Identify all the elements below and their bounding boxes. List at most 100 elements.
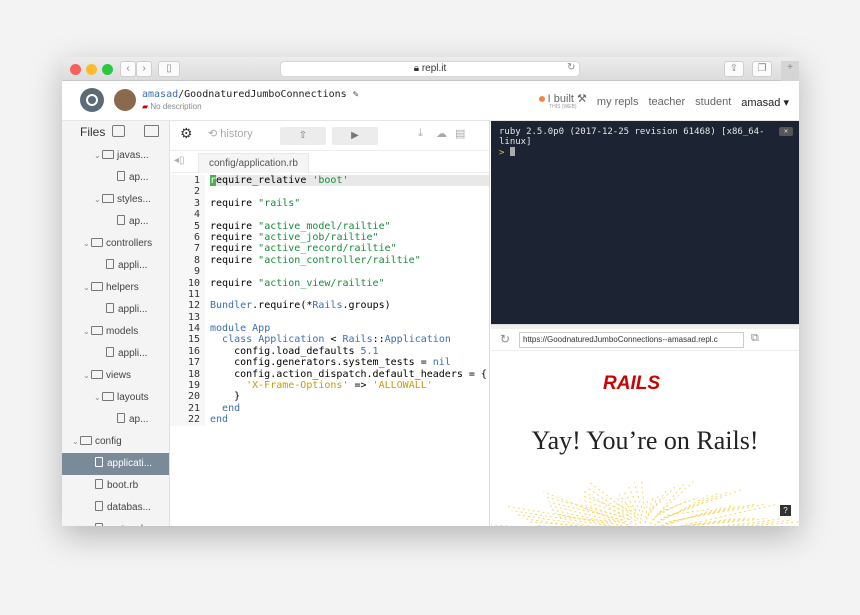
code-line[interactable]: } [210,391,489,402]
code-line[interactable]: 'X-Frame-Options' => 'ALLOWALL' [210,380,489,391]
clear-console-icon[interactable]: ✕ [779,127,793,136]
tree-folder[interactable]: ⌄ views [62,365,169,387]
tree-folder[interactable]: ⌄ config [62,431,169,453]
nav-my-repls[interactable]: my repls [597,96,639,108]
code-line[interactable]: require "active_model/railtie" [210,221,489,232]
tree-file[interactable]: appli... [62,255,169,277]
nav-student[interactable]: student [695,96,731,108]
chevron-down-icon[interactable]: ⌄ [94,145,102,167]
code-line[interactable]: require "action_view/railtie" [210,278,489,289]
code-line[interactable]: module App [210,323,489,334]
code-line[interactable] [210,312,489,323]
code-line[interactable] [210,289,489,300]
code-line[interactable]: require "rails" [210,198,489,209]
open-new-tab-icon[interactable]: ⧉ [751,332,759,345]
tree-file[interactable]: applicati... [62,453,169,475]
minimize-window-button[interactable] [86,64,97,75]
line-number: 10 [187,277,200,289]
tree-folder[interactable]: ⌄ layouts [62,387,169,409]
tree-file[interactable]: routes.rb [62,519,169,526]
code-line[interactable]: end [210,414,489,425]
repl-owner[interactable]: amasad [142,89,178,100]
burst-ray [543,491,633,526]
tree-folder[interactable]: ⌄ styles... [62,189,169,211]
tab-application-rb[interactable]: config/application.rb [198,153,309,173]
share-repl-button[interactable]: ⇧ [280,127,326,145]
history-button[interactable]: ⟲ history [208,127,253,140]
reload-icon[interactable]: ↻ [567,61,575,77]
code-line[interactable]: Bundler.require(*Rails.groups) [210,300,489,311]
hammer-icon: ⚒ [577,93,587,105]
line-number: 16 [187,345,200,357]
tree-file[interactable]: databas... [62,497,169,519]
code-line[interactable]: end [210,403,489,414]
tree-file[interactable]: ap... [62,211,169,233]
forward-icon[interactable]: › [136,61,152,77]
repl-description[interactable]: ▰ No description [142,102,202,111]
code-line[interactable]: class Application < Rails::Application [210,334,489,345]
tab-nav-icon[interactable]: ◂▯ [174,155,185,166]
tree-item-label: config [95,436,122,447]
code-line[interactable]: require "action_controller/railtie" [210,255,489,266]
cloud-icon[interactable]: ☁ [436,127,447,140]
zoom-window-button[interactable] [102,64,113,75]
code-line[interactable]: config.generators.system_tests = nil [210,357,489,368]
settings-gear-icon[interactable]: ⚙ [180,125,193,142]
repl-name[interactable]: /GoodnaturedJumboConnections [178,89,347,100]
chevron-down-icon[interactable]: ⌄ [72,431,80,453]
tree-file[interactable]: ap... [62,409,169,431]
run-button[interactable]: ▶ [332,127,378,145]
code-line[interactable] [210,186,489,197]
code-line[interactable]: require "active_record/railtie" [210,243,489,254]
chevron-down-icon[interactable]: ⌄ [94,189,102,211]
tree-file[interactable]: appli... [62,299,169,321]
burst-ray [659,497,699,513]
user-menu[interactable]: amasad ▾ [741,96,789,109]
tree-file[interactable]: appli... [62,343,169,365]
code-line[interactable] [210,266,489,277]
avatar[interactable] [114,89,136,111]
repl-title[interactable]: amasad/GoodnaturedJumboConnections ✎ [142,89,359,100]
chevron-down-icon[interactable]: ⌄ [83,321,91,343]
nav-teacher[interactable]: teacher [648,96,685,108]
tree-item-label: ap... [129,216,149,227]
address-bar[interactable]: 🔒︎ repl.it [280,61,580,77]
chevron-down-icon[interactable]: ⌄ [83,233,91,255]
code-line[interactable]: require "active_job/railtie" [210,232,489,243]
tree-folder[interactable]: ⌄ javas... [62,145,169,167]
chevron-down-icon[interactable]: ⌄ [83,277,91,299]
download-icon[interactable]: ⤓ [418,127,423,140]
replit-logo[interactable] [80,88,104,112]
code-line[interactable] [210,209,489,220]
back-icon[interactable]: ‹ [120,61,136,77]
refresh-icon[interactable]: ↻ [500,332,510,346]
preview-url-input[interactable]: https://GoodnaturedJumboConnections--ama… [519,332,744,348]
code-line[interactable]: require_relative 'boot' [210,175,489,187]
console-panel[interactable]: ruby 2.5.0p0 (2017-12-25 revision 61468)… [491,121,799,324]
i-built-badge[interactable]: I built ⚒ THIS (WEB) [538,93,587,110]
share-icon[interactable]: ⇪ [724,61,744,77]
layout-icon[interactable]: ▤ [455,127,465,140]
browser-titlebar: ‹ › ▯ 🔒︎ repl.it ↻ ⇪ ❐ + [62,57,799,81]
help-icon[interactable]: ? [780,505,791,516]
file-icon [95,501,103,511]
add-file-icon[interactable] [112,125,125,137]
new-tab-icon[interactable]: + [781,61,799,81]
close-window-button[interactable] [70,64,81,75]
edit-pencil-icon[interactable]: ✎ [353,89,359,100]
tree-folder[interactable]: ⌄ controllers [62,233,169,255]
sidebar-toggle-icon[interactable]: ▯ [158,61,180,77]
tree-file[interactable]: boot.rb [62,475,169,497]
code-lines[interactable]: require_relative 'boot' require "rails" … [210,175,489,426]
code-line[interactable]: config.action_dispatch.default_headers =… [210,369,489,380]
user-menu-label: amasad [741,96,781,109]
code-line[interactable]: config.load_defaults 5.1 [210,346,489,357]
add-folder-icon[interactable] [144,125,159,137]
tree-folder[interactable]: ⌄ helpers [62,277,169,299]
chevron-down-icon[interactable]: ⌄ [83,365,91,387]
line-number: 7 [193,243,200,255]
tree-folder[interactable]: ⌄ models [62,321,169,343]
chevron-down-icon[interactable]: ⌄ [94,387,102,409]
tabs-icon[interactable]: ❐ [752,61,772,77]
tree-file[interactable]: ap... [62,167,169,189]
